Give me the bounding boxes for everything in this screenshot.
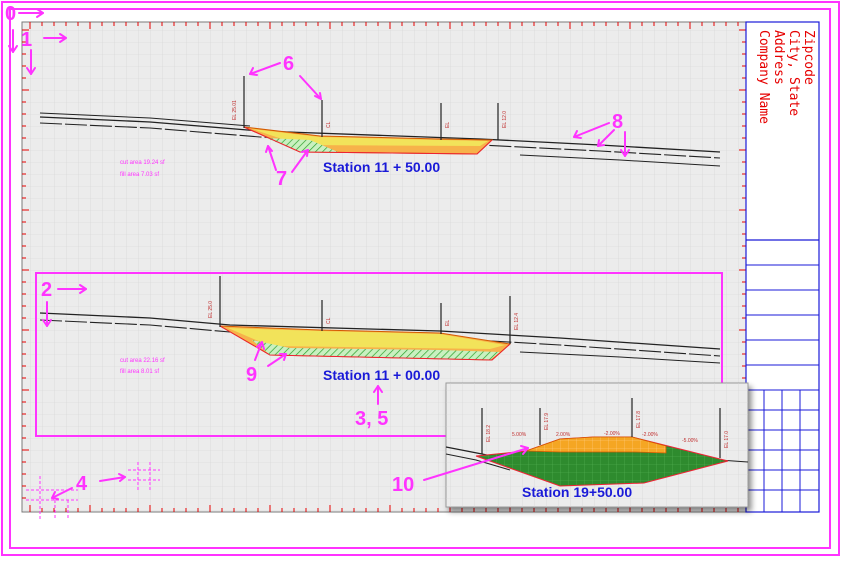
- svg-text:EL: EL: [445, 122, 451, 128]
- upper-area-note-2: fill area 7.03 sf: [120, 172, 159, 178]
- callout-8: 8: [612, 111, 623, 133]
- middle-area-note-1: cut area 22.16 sf: [120, 358, 165, 364]
- svg-text:EL: EL: [445, 320, 451, 326]
- svg-text:EL 18.2: EL 18.2: [486, 425, 492, 442]
- middle-station-label: Station 11 + 00.00: [323, 367, 440, 383]
- section-sheet-canvas: Company Name Address City, State Zipcode…: [1, 1, 840, 556]
- callout-3-5: 3, 5: [355, 408, 388, 430]
- svg-text:EL 25.01: EL 25.01: [232, 100, 238, 120]
- callout-6: 6: [283, 53, 294, 75]
- callout-0: 0: [5, 3, 16, 25]
- company-city-state: City, State: [786, 30, 801, 116]
- svg-text:CL: CL: [326, 317, 332, 324]
- callout-1: 1: [21, 29, 32, 51]
- callout-7: 7: [276, 168, 287, 190]
- callout-2: 2: [41, 279, 52, 301]
- svg-text:EL 25.0: EL 25.0: [208, 301, 214, 318]
- company-zipcode: Zipcode: [801, 30, 816, 85]
- slope-label: -5.00%: [682, 438, 698, 444]
- slope-label: -2.00%: [604, 431, 620, 437]
- callout-4: 4: [76, 473, 88, 495]
- svg-text:EL 12.4: EL 12.4: [514, 313, 520, 330]
- inset-station-label: Station 19+50.00: [522, 484, 632, 500]
- inset-content: EL 18.2 EL 17.9 EL 17.8 EL 17.0 5.00% 2.…: [445, 383, 749, 507]
- middle-area-note-2: fill area 8.01 sf: [120, 369, 159, 375]
- company-name: Company Name: [756, 30, 771, 124]
- svg-text:EL 17.9: EL 17.9: [544, 413, 550, 430]
- company-address: Address: [771, 30, 786, 85]
- svg-text:EL 17.8: EL 17.8: [636, 411, 642, 428]
- section-sheet: Company Name Address City, State Zipcode…: [0, 0, 841, 557]
- slope-label: 2.00%: [556, 432, 571, 438]
- svg-text:EL 17.0: EL 17.0: [724, 431, 730, 448]
- slope-label: 5.00%: [512, 432, 527, 438]
- svg-text:CL: CL: [326, 121, 332, 128]
- slope-label: -2.00%: [642, 432, 658, 438]
- callout-9: 9: [246, 364, 257, 386]
- callout-10: 10: [392, 474, 414, 496]
- upper-area-note-1: cut area 19.24 sf: [120, 160, 165, 166]
- svg-text:EL 12.0: EL 12.0: [502, 111, 508, 128]
- upper-station-label: Station 11 + 50.00: [323, 159, 440, 175]
